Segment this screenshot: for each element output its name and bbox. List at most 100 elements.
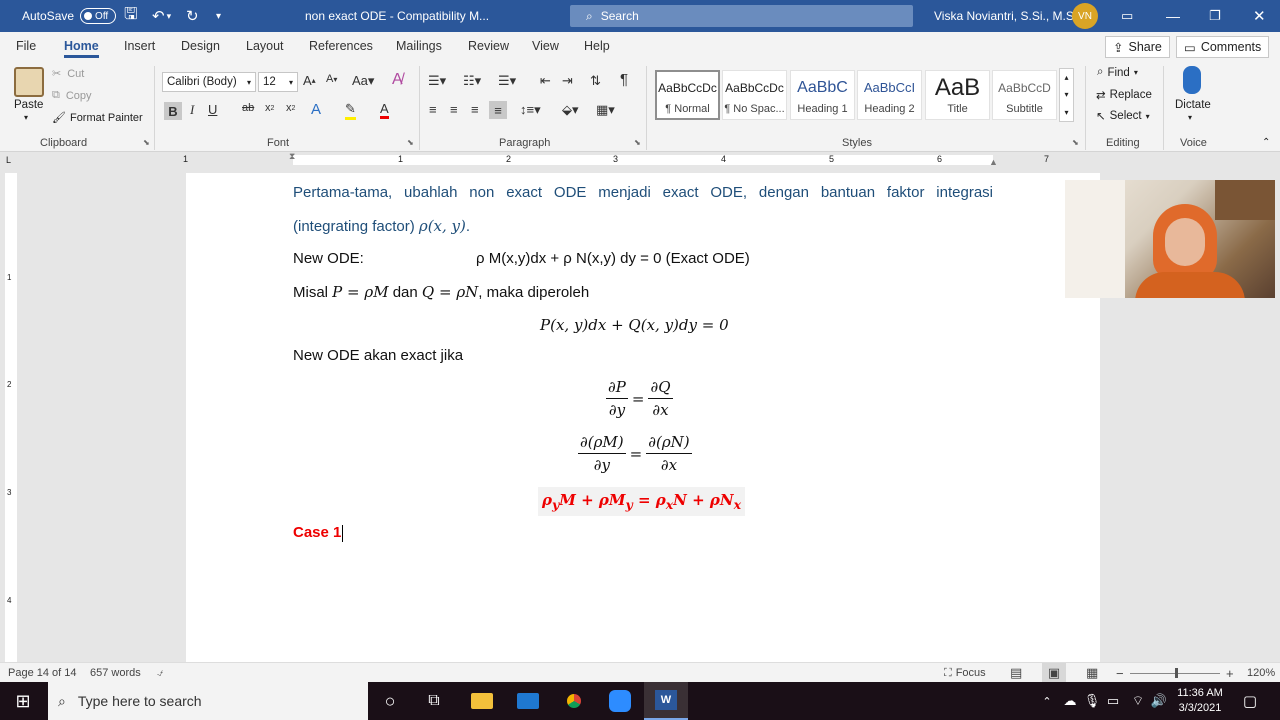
align-right-icon[interactable]: ≡ — [471, 102, 479, 117]
show-hidden-icons-icon[interactable]: ⌃ — [1038, 682, 1056, 720]
vertical-ruler[interactable] — [5, 173, 17, 662]
wifi-icon[interactable]: ⌔ — [1128, 682, 1148, 720]
focus-button[interactable]: ⛶ Focus — [944, 663, 986, 683]
close-icon[interactable]: ✕ — [1253, 0, 1266, 32]
task-view-icon[interactable]: ⧉ — [412, 682, 456, 720]
pilcrow-icon[interactable]: ¶ — [620, 71, 628, 88]
restore-icon[interactable]: ❐ — [1209, 0, 1221, 32]
page-count[interactable]: Page 14 of 14 — [8, 663, 77, 683]
taskbar-search[interactable]: ⌕ Type here to search — [48, 682, 368, 720]
font-color-icon[interactable]: A — [380, 101, 389, 119]
replace-button[interactable]: ⇄ Replace — [1096, 88, 1152, 102]
zoom-app-icon[interactable] — [598, 682, 642, 720]
comments-button[interactable]: ▭ Comments — [1176, 36, 1270, 58]
print-layout-icon[interactable]: ▣ — [1042, 663, 1066, 683]
superscript-icon[interactable]: x2 — [286, 102, 295, 114]
increase-indent-icon[interactable]: ⇥ — [562, 73, 573, 89]
web-layout-icon[interactable]: ▦ — [1086, 663, 1098, 683]
share-button[interactable]: ⇪ Share — [1105, 36, 1170, 58]
search-box[interactable]: ⌕ Search — [570, 5, 913, 27]
find-button[interactable]: ⌕ Find ▾ — [1097, 66, 1138, 79]
tab-review[interactable]: Review — [468, 32, 509, 60]
grow-font-icon[interactable]: A ▴ — [303, 73, 316, 88]
change-case-icon[interactable]: Aa▾ — [352, 73, 374, 89]
borders-icon[interactable]: ▦▾ — [596, 102, 615, 118]
clipboard-launcher-icon[interactable]: ⬊ — [143, 138, 150, 147]
dictate-chevron-icon[interactable]: ▾ — [1188, 113, 1192, 122]
highlight-icon[interactable]: ✎ — [345, 101, 356, 120]
tab-references[interactable]: References — [309, 32, 373, 60]
battery-icon[interactable]: ▭ — [1104, 682, 1122, 720]
user-name[interactable]: Viska Noviantri, S.Si., M.Si. — [934, 0, 1080, 32]
collapse-ribbon-icon[interactable]: ⌃ — [1262, 137, 1270, 148]
font-name-select[interactable]: Calibri (Body) ▾ — [162, 72, 256, 92]
tab-home[interactable]: Home — [64, 32, 99, 60]
mail-icon[interactable] — [506, 682, 550, 720]
tab-selector-icon[interactable]: L — [6, 155, 16, 165]
zoom-out-icon[interactable]: − — [1116, 663, 1124, 683]
cut-button[interactable]: ✂ Cut — [52, 67, 84, 81]
redo-icon[interactable]: ↻ — [186, 0, 199, 32]
windows-start-icon[interactable]: ⊞ — [0, 682, 46, 720]
dictate-button[interactable]: Dictate — [1175, 99, 1211, 111]
style-title[interactable]: AaB Title — [925, 70, 990, 120]
style-normal[interactable]: AaBbCcDc ¶ Normal — [655, 70, 720, 120]
zoom-slider[interactable] — [1130, 663, 1220, 683]
microphone-icon[interactable] — [1183, 66, 1201, 94]
style-subtitle[interactable]: AaBbCcD Subtitle — [992, 70, 1057, 120]
shrink-font-icon[interactable]: A ▾ — [326, 73, 337, 85]
clock[interactable]: 11:36 AM 3/3/2021 — [1172, 682, 1228, 720]
undo-icon[interactable]: ↶ ▾ — [152, 0, 171, 32]
sort-icon[interactable]: ⇅ — [590, 73, 601, 89]
tab-view[interactable]: View — [532, 32, 559, 60]
subscript-icon[interactable]: x2 — [265, 102, 274, 114]
tab-layout[interactable]: Layout — [246, 32, 284, 60]
underline-icon[interactable]: U — [208, 102, 217, 117]
align-center-icon[interactable]: ≡ — [450, 102, 458, 117]
shading-icon[interactable]: ⬙▾ — [562, 102, 579, 118]
cortana-icon[interactable]: ○ — [368, 682, 412, 720]
file-explorer-icon[interactable] — [460, 682, 504, 720]
clear-formatting-icon[interactable]: A̸ — [392, 71, 403, 89]
styles-scroll[interactable]: ▴ ▾ ▾ — [1059, 68, 1074, 122]
tab-mailings[interactable]: Mailings — [396, 32, 442, 60]
style-no-spacing[interactable]: AaBbCcDc ¶ No Spac... — [722, 70, 787, 120]
volume-icon[interactable]: 🔊 — [1150, 682, 1168, 720]
onedrive-icon[interactable]: ☁ — [1060, 682, 1080, 720]
font-launcher-icon[interactable]: ⬊ — [407, 138, 414, 147]
paste-chevron-icon[interactable]: ▾ — [24, 113, 28, 122]
clipboard-icon[interactable] — [14, 67, 44, 97]
tab-file[interactable]: File — [16, 32, 36, 60]
right-indent-marker-icon[interactable]: ▲ — [989, 157, 998, 167]
paragraph-launcher-icon[interactable]: ⬊ — [634, 138, 641, 147]
autosave-toggle[interactable]: Off — [80, 8, 117, 24]
tab-design[interactable]: Design — [181, 32, 220, 60]
format-painter-button[interactable]: 🖌 Format Painter — [52, 111, 143, 125]
customize-toolbar-icon[interactable]: ▾ — [216, 0, 221, 32]
indent-marker-icon[interactable]: ⧗ — [289, 151, 295, 162]
document-page[interactable]: Pertama-tama, ubahlah non exact ODE menj… — [186, 173, 1100, 662]
microphone-tray-icon[interactable]: 🎙 — [1084, 682, 1101, 720]
decrease-indent-icon[interactable]: ⇤ — [540, 73, 551, 89]
italic-icon[interactable]: I — [190, 102, 194, 118]
zoom-in-icon[interactable]: + — [1226, 663, 1234, 683]
tab-insert[interactable]: Insert — [124, 32, 155, 60]
select-button[interactable]: ↖ Select ▾ — [1096, 109, 1150, 123]
autosave-control[interactable]: AutoSave Off — [22, 0, 117, 32]
text-effects-icon[interactable]: A — [311, 101, 321, 118]
bold-icon[interactable]: B — [164, 102, 182, 120]
proofing-icon[interactable]: ⍻ — [157, 663, 163, 683]
read-mode-icon[interactable]: ▤ — [1010, 663, 1022, 683]
paste-button[interactable]: Paste — [14, 99, 43, 111]
avatar[interactable]: VN — [1072, 3, 1098, 29]
notifications-icon[interactable]: ▢ — [1236, 682, 1264, 720]
save-icon[interactable]: 🖫 — [124, 0, 138, 32]
zoom-level[interactable]: 120% — [1247, 663, 1275, 683]
style-heading-2[interactable]: AaBbCcI Heading 2 — [857, 70, 922, 120]
line-spacing-icon[interactable]: ↕≡▾ — [520, 102, 541, 118]
font-size-select[interactable]: 12 ▾ — [258, 72, 298, 92]
copy-button[interactable]: ⧉ Copy — [52, 89, 92, 102]
strikethrough-icon[interactable]: ab — [242, 102, 254, 114]
align-left-icon[interactable]: ≡ — [429, 102, 437, 117]
tab-help[interactable]: Help — [584, 32, 610, 60]
